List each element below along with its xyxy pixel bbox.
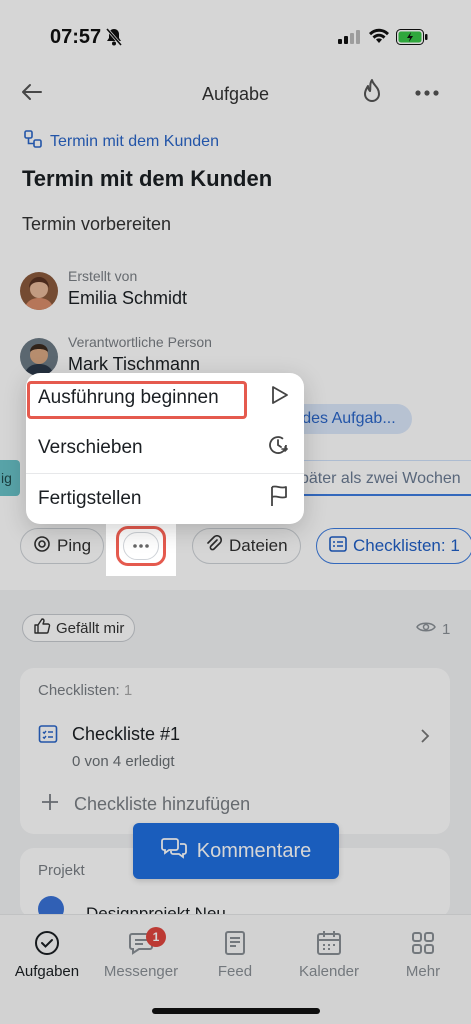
menu-item-label: Fertigstellen bbox=[38, 487, 142, 509]
clock-forward-icon bbox=[266, 433, 290, 463]
more-actions-button[interactable] bbox=[116, 526, 166, 566]
highlight-box bbox=[27, 381, 247, 419]
menu-item-label: Verschieben bbox=[38, 437, 143, 458]
menu-item-complete[interactable]: Fertigstellen bbox=[26, 473, 304, 523]
more-actions-chip bbox=[123, 532, 159, 560]
flag-icon bbox=[268, 484, 290, 514]
play-icon bbox=[268, 384, 290, 412]
menu-item-postpone[interactable]: Verschieben bbox=[26, 423, 304, 473]
more-dots-icon bbox=[133, 544, 149, 548]
actions-popup-menu: Ausführung beginnen Verschieben Fertigst… bbox=[26, 373, 304, 524]
